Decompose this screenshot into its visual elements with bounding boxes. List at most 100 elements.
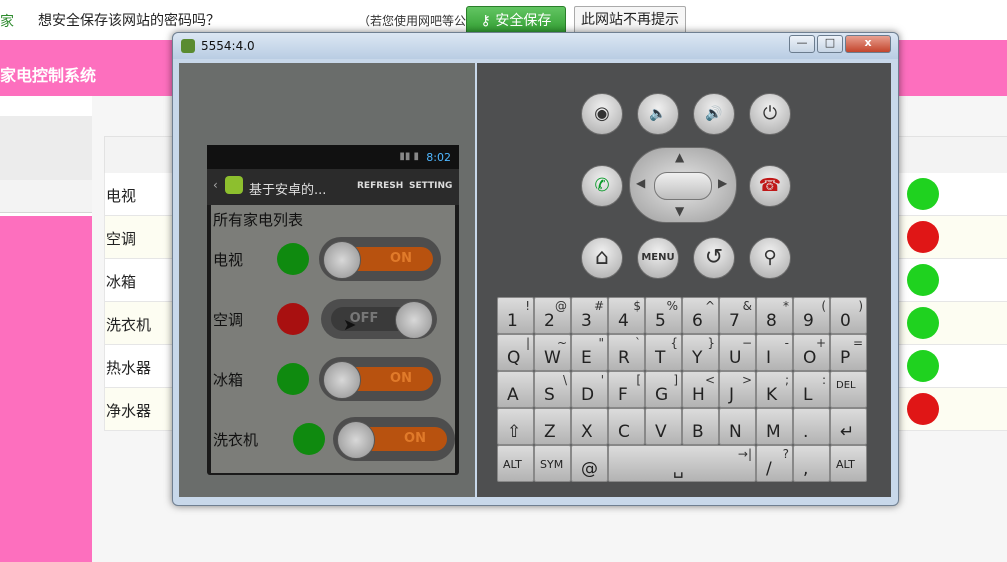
key-N[interactable]: N bbox=[719, 408, 756, 445]
never-remind-button[interactable]: 此网站不再提示 bbox=[574, 6, 686, 34]
key-alt-label: ; bbox=[784, 373, 789, 387]
key-K[interactable]: K; bbox=[756, 371, 793, 408]
key-F[interactable]: F[ bbox=[608, 371, 645, 408]
home-icon[interactable]: ⌂ bbox=[581, 237, 623, 279]
dpad-left-icon[interactable]: ◀ bbox=[636, 176, 645, 190]
key-label: C bbox=[618, 422, 630, 442]
key-R[interactable]: R ` bbox=[608, 334, 645, 371]
key-T[interactable]: T{ bbox=[645, 334, 682, 371]
volume-up-icon[interactable]: 🔊 bbox=[693, 93, 735, 135]
key-@[interactable]: @ bbox=[571, 445, 608, 482]
status-indicator bbox=[907, 393, 939, 425]
end-call-icon[interactable]: ☎ bbox=[749, 165, 791, 207]
status-indicator bbox=[907, 264, 939, 296]
nav-item[interactable] bbox=[0, 148, 92, 181]
close-button[interactable]: x bbox=[845, 35, 891, 53]
dpad-right-icon[interactable]: ▶ bbox=[718, 176, 727, 190]
dpad-center-button[interactable] bbox=[654, 172, 712, 200]
key-label: 6 bbox=[692, 311, 703, 331]
device-toggle[interactable]: ON bbox=[319, 237, 441, 281]
key-P[interactable]: P = bbox=[830, 334, 867, 371]
key-I[interactable]: I- bbox=[756, 334, 793, 371]
key-E[interactable]: E " bbox=[571, 334, 608, 371]
key-X[interactable]: X bbox=[571, 408, 608, 445]
android-icon bbox=[181, 39, 195, 53]
back-chevron-icon[interactable]: ‹ bbox=[213, 178, 218, 192]
dpad-down-icon[interactable]: ▼ bbox=[675, 204, 684, 218]
key-2[interactable]: 2 @ bbox=[534, 297, 571, 334]
dpad[interactable]: ▲ ▼ ◀ ▶ bbox=[629, 147, 737, 223]
toggle-knob[interactable] bbox=[323, 241, 361, 279]
menu-button[interactable]: MENU bbox=[637, 237, 679, 279]
action-bar: ‹ 基于安卓的... REFRESH SETTING bbox=[207, 169, 459, 205]
dpad-up-icon[interactable]: ▲ bbox=[675, 150, 684, 164]
toggle-knob[interactable] bbox=[337, 421, 375, 459]
device-toggle[interactable]: ON bbox=[319, 357, 441, 401]
key-SYM[interactable]: SYM bbox=[534, 445, 571, 482]
toggle-knob[interactable] bbox=[323, 361, 361, 399]
key-3[interactable]: 3 # bbox=[571, 297, 608, 334]
key-0[interactable]: 0) bbox=[830, 297, 867, 334]
app-content: 所有家电列表 电视 ON 空调 OFF ➤ 冰箱 ON 洗衣机 ON bbox=[211, 205, 455, 473]
status-clock: 8:02 bbox=[426, 151, 451, 164]
status-bar: 8:02 ▮▮ ▮ bbox=[207, 145, 459, 169]
key-.[interactable]: . bbox=[793, 408, 830, 445]
search-icon[interactable]: ⚲ bbox=[749, 237, 791, 279]
key-B[interactable]: B bbox=[682, 408, 719, 445]
key-8[interactable]: 8 * bbox=[756, 297, 793, 334]
key-space[interactable]: ␣ →| bbox=[608, 445, 756, 482]
key-Z[interactable]: Z bbox=[534, 408, 571, 445]
toggle-knob[interactable] bbox=[395, 301, 433, 339]
key-J[interactable]: J > bbox=[719, 371, 756, 408]
key-4[interactable]: 4 $ bbox=[608, 297, 645, 334]
refresh-action[interactable]: REFRESH bbox=[357, 181, 403, 191]
device-toggle[interactable]: OFF bbox=[321, 299, 437, 339]
key-alt-label: - bbox=[784, 336, 789, 350]
key-L[interactable]: L: bbox=[793, 371, 830, 408]
key-/[interactable]: /? bbox=[756, 445, 793, 482]
setting-action[interactable]: SETTING bbox=[409, 181, 452, 191]
key-Q[interactable]: Q | bbox=[497, 334, 534, 371]
nav-item[interactable] bbox=[0, 180, 92, 213]
device-toggle[interactable]: ON bbox=[333, 417, 455, 461]
key-W[interactable]: W ~ bbox=[534, 334, 571, 371]
key-G[interactable]: G] bbox=[645, 371, 682, 408]
key-O[interactable]: O + bbox=[793, 334, 830, 371]
camera-icon[interactable]: ◉ bbox=[581, 93, 623, 135]
key-U[interactable]: U − bbox=[719, 334, 756, 371]
key-,[interactable]: , bbox=[793, 445, 830, 482]
key-1[interactable]: 1! bbox=[497, 297, 534, 334]
key-V[interactable]: V bbox=[645, 408, 682, 445]
key-D[interactable]: D ' bbox=[571, 371, 608, 408]
key-ALT[interactable]: ALT bbox=[830, 445, 867, 482]
nav-item[interactable] bbox=[0, 116, 92, 149]
list-item: 电视 ON bbox=[211, 229, 455, 289]
power-icon[interactable]: ⏻ bbox=[749, 93, 791, 135]
key-alt-label: ) bbox=[858, 299, 863, 313]
status-indicator bbox=[907, 307, 939, 339]
key-6[interactable]: 6 ^ bbox=[682, 297, 719, 334]
device-name: 电视 bbox=[106, 187, 137, 205]
maximize-button[interactable]: □ bbox=[817, 35, 843, 53]
key-H[interactable]: H < bbox=[682, 371, 719, 408]
emulator-controls: ◉ 🔈 🔊 ⏻ ✆ ▲ ▼ ◀ ▶ ☎ ⌂ MENU ↺ ⚲ 1! 2 @3 #4 $5… bbox=[477, 63, 891, 497]
page-title: 家电控制系统 bbox=[0, 66, 97, 85]
back-icon[interactable]: ↺ bbox=[693, 237, 735, 279]
key-ALT[interactable]: ALT bbox=[497, 445, 534, 482]
key-Y[interactable]: Y} bbox=[682, 334, 719, 371]
minimize-button[interactable]: — bbox=[789, 35, 815, 53]
key-9[interactable]: 9( bbox=[793, 297, 830, 334]
key-S[interactable]: S \ bbox=[534, 371, 571, 408]
key-DEL[interactable]: DEL bbox=[830, 371, 867, 408]
key-7[interactable]: 7 & bbox=[719, 297, 756, 334]
key-label: 8 bbox=[766, 311, 777, 331]
device-screen-panel: 8:02 ▮▮ ▮ ‹ 基于安卓的... REFRESH SETTING 所有家… bbox=[179, 63, 475, 497]
call-icon[interactable]: ✆ bbox=[581, 165, 623, 207]
key-↵[interactable]: ↵ bbox=[830, 408, 867, 445]
key-M[interactable]: M bbox=[756, 408, 793, 445]
key-5[interactable]: 5% bbox=[645, 297, 682, 334]
volume-down-icon[interactable]: 🔈 bbox=[637, 93, 679, 135]
key-C[interactable]: C bbox=[608, 408, 645, 445]
key-A[interactable]: A bbox=[497, 371, 534, 408]
key-⇧[interactable]: ⇧ bbox=[497, 408, 534, 445]
